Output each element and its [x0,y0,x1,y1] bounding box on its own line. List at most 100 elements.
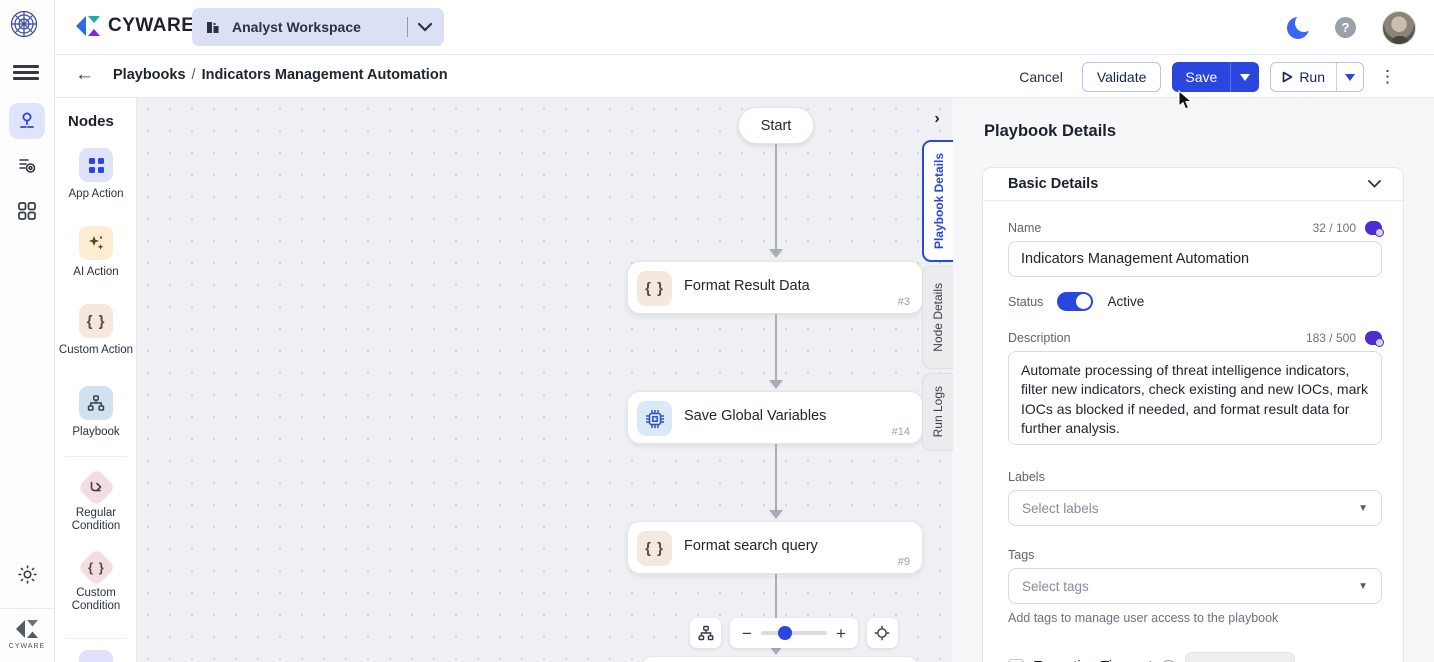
breadcrumb-page: Indicators Management Automation [202,67,448,83]
chevron-down-icon[interactable] [1368,180,1381,188]
timeout-input[interactable] [1185,652,1295,662]
save-button-group: Save [1172,62,1259,92]
workspace-selector[interactable]: Analyst Workspace [192,8,444,46]
node-id: #3 [898,296,910,308]
workspace-divider [407,17,408,37]
custom-condition-braces-icon: { } [77,548,115,586]
canvas-node-format-result-data[interactable]: { } Format Result Data #3 [627,261,923,314]
palette-item-app-action[interactable]: App Action [55,148,137,201]
ai-assist-icon[interactable] [1365,221,1382,235]
brand-logo: CYWARE ™ [75,13,209,39]
tags-select[interactable]: Select tags ▼ [1008,568,1382,604]
more-options-kebab-icon[interactable]: ⋮ [1375,65,1400,89]
braces-icon: { } [637,271,672,306]
regular-condition-branch-icon [77,468,115,506]
canvas-node-save-global-variables[interactable]: Save Global Variables #14 [627,391,923,444]
run-button-group: Run [1270,62,1364,92]
help-icon[interactable]: ? [1335,17,1356,38]
palette-item-label: Playbook [55,426,137,439]
node-title: Format search query [684,538,818,554]
fit-view-button[interactable] [867,618,898,648]
hamburger-menu-icon[interactable] [13,62,39,83]
edge-node1-to-node2 [775,314,777,380]
node-title: Format Result Data [684,278,810,294]
page-header: ← Playbooks/Indicators Management Automa… [55,55,1434,98]
building-icon [204,18,222,36]
back-arrow-icon[interactable]: ← [75,64,94,86]
auto-layout-button[interactable] [690,618,721,648]
chevron-down-icon: ▼ [1358,503,1368,514]
sidebar-item-apps[interactable] [9,193,45,229]
tags-label: Tags [1008,548,1034,562]
panel-title: Playbook Details [984,122,1116,141]
tab-run-logs[interactable]: Run Logs [922,373,953,451]
zoom-slider-knob[interactable] [778,626,792,640]
name-char-counter: 32 / 100 [1313,221,1356,235]
description-textarea[interactable]: Automate processing of threat intelligen… [1008,351,1382,445]
palette-item-ai-action[interactable]: AI Action [55,226,137,279]
breadcrumb: Playbooks/Indicators Management Automati… [113,67,448,83]
canvas-node-format-search-query[interactable]: { } Format search query #9 [627,521,923,574]
palette-divider [65,456,127,457]
sidebar-item-data-settings[interactable] [9,148,45,184]
node-title: Save Global Variables [684,408,826,424]
basic-details-card: Basic Details Name 32 / 100 Status Activ… [982,167,1404,662]
playbook-hierarchy-icon [79,386,113,420]
settings-gear-icon[interactable] [11,558,43,590]
collapse-panel-chevron-icon[interactable]: › [924,106,950,132]
run-dropdown-caret[interactable] [1336,63,1363,91]
brand-name: CYWARE [108,15,194,37]
playbook-canvas[interactable]: Start { } Format Result Data #3 Save Glo… [137,98,952,662]
start-node[interactable]: Start [738,107,814,144]
labels-placeholder: Select labels [1022,501,1099,516]
palette-item-custom-action[interactable]: { } Custom Action [55,304,137,357]
breadcrumb-section[interactable]: Playbooks [113,67,186,83]
cancel-button[interactable]: Cancel [1011,64,1071,90]
palette-item-playbook[interactable]: Playbook [55,386,137,439]
status-toggle[interactable] [1057,292,1093,311]
cyware-rail-logo-text: CYWARE [0,643,54,650]
validate-button[interactable]: Validate [1082,62,1162,92]
workspace-label: Analyst Workspace [232,19,407,35]
node-id: #9 [898,556,910,568]
locate-icon [874,625,890,641]
zoom-slider[interactable] [761,631,827,635]
tab-node-details[interactable]: Node Details [922,266,953,369]
nodes-palette: Nodes App Action AI Action { } Custom Ac… [55,98,137,662]
basic-details-header[interactable]: Basic Details [983,168,1403,201]
app-action-grid-icon [79,148,113,182]
ai-assist-icon[interactable] [1365,331,1382,345]
palette-item-regular-condition[interactable]: Regular Condition [55,470,137,533]
sidebar-item-orchestrate[interactable] [9,103,45,139]
save-dropdown-caret[interactable] [1230,62,1259,92]
tags-help-text: Add tags to manage user access to the pl… [1008,611,1382,625]
edge-arrowhead [769,510,783,519]
palette-item-label: Custom Action [55,344,137,357]
zoom-control: − + [730,618,858,648]
detail-tabs-strip: › Playbook Details Node Details Run Logs [922,98,953,662]
cyware-rail-logo: CYWARE [0,608,54,650]
left-nav-rail: CYWARE [0,0,55,662]
zoom-in-button[interactable]: + [836,625,846,642]
zoom-out-button[interactable]: − [742,625,752,642]
save-button[interactable]: Save [1172,62,1230,92]
labels-label: Labels [1008,470,1045,484]
edge-node2-to-node3 [775,444,777,510]
dark-mode-moon-icon[interactable] [1287,17,1309,39]
labels-select[interactable]: Select labels ▼ [1008,490,1382,526]
description-label: Description [1008,331,1071,345]
palette-item-label: Regular Condition [55,507,137,533]
user-avatar[interactable] [1382,11,1416,45]
tab-playbook-details[interactable]: Playbook Details [922,140,953,262]
palette-divider [65,638,127,639]
canvas-node-partial[interactable] [640,656,920,662]
palette-item-partial[interactable] [79,650,113,662]
name-label: Name [1008,221,1041,235]
run-button[interactable]: Run [1271,63,1336,91]
palette-item-label: Custom Condition [55,587,137,613]
palette-item-custom-condition[interactable]: { } Custom Condition [55,550,137,613]
name-input[interactable] [1008,241,1382,277]
palette-item-label: AI Action [55,266,137,279]
ai-action-sparkles-icon [79,226,113,260]
playbook-details-panel: Playbook Details Basic Details Name 32 /… [952,98,1434,662]
